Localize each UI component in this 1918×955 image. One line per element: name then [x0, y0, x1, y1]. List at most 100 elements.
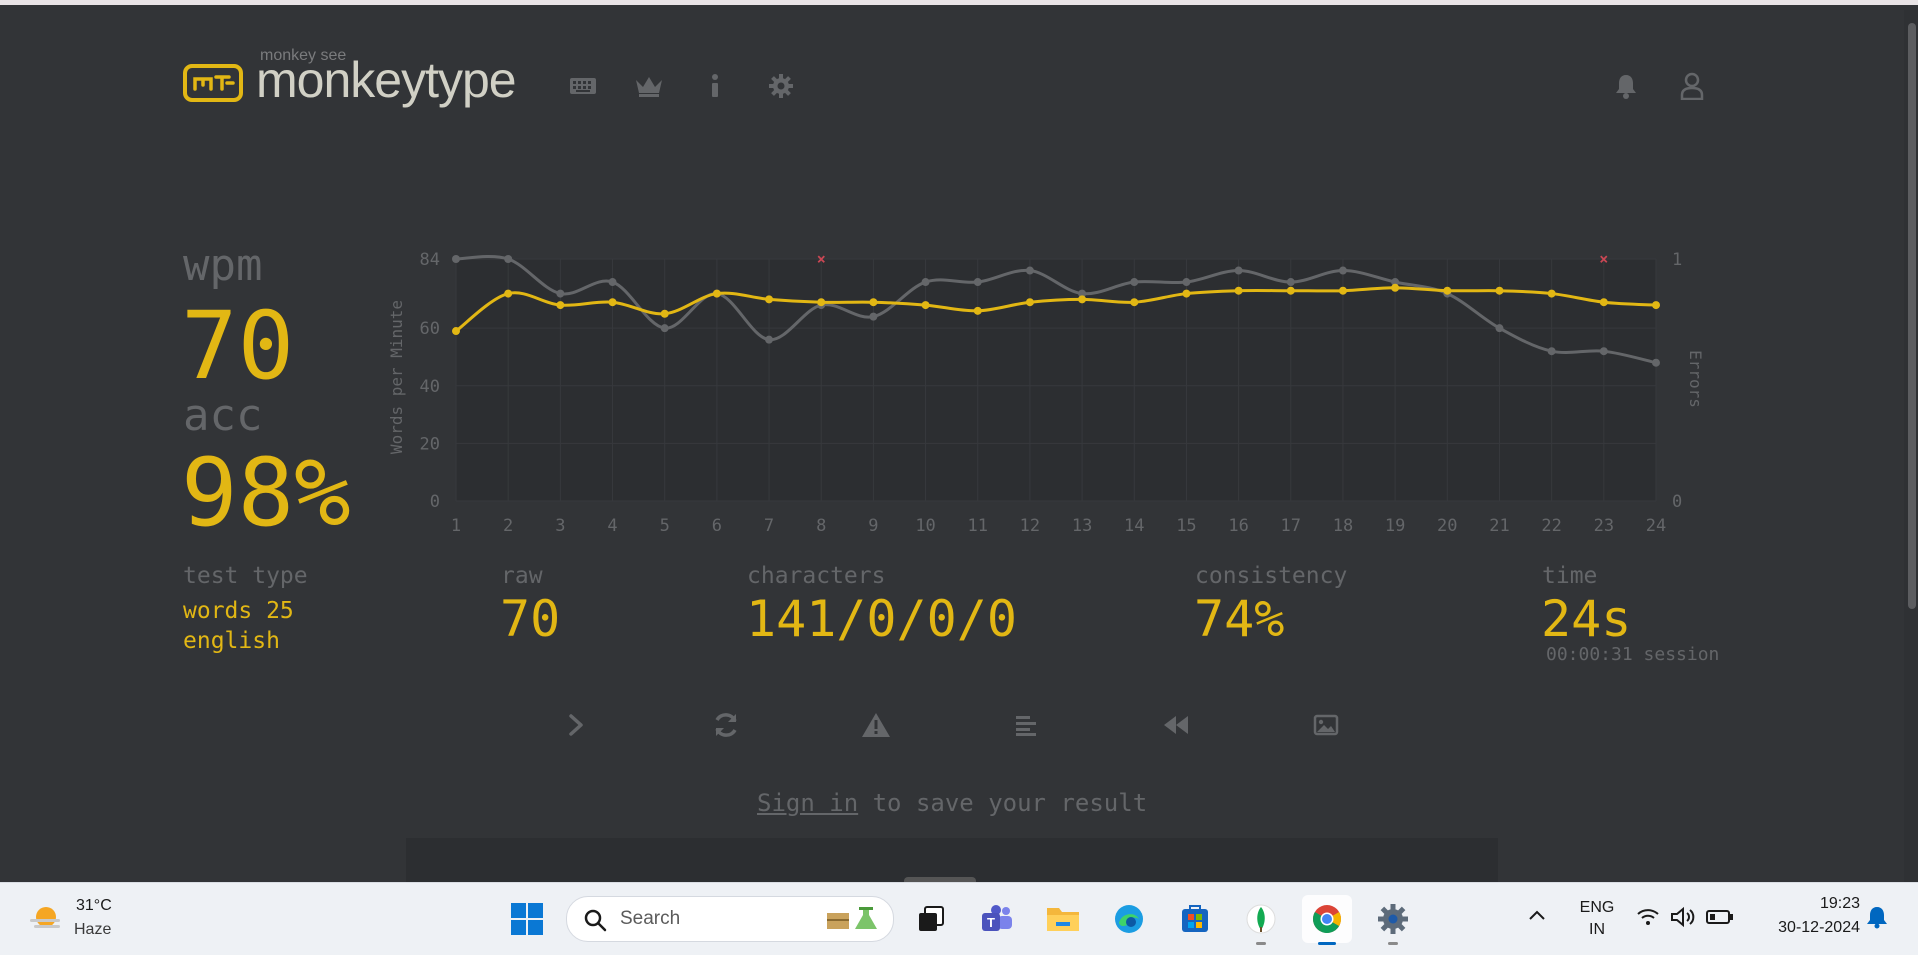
x-tick-label: 16 — [1228, 516, 1248, 536]
clock-time: 19:23 — [1819, 895, 1860, 912]
raw-label: raw — [501, 563, 543, 589]
series-point-1 — [973, 306, 982, 315]
y-tick-label: 60 — [420, 319, 440, 339]
x-tick-label: 15 — [1176, 516, 1196, 536]
search-icon — [584, 909, 607, 932]
info-icon[interactable] — [698, 69, 732, 103]
task-view-button[interactable] — [906, 895, 956, 943]
edge-browser-app[interactable] — [1104, 895, 1154, 943]
show-words-history-button[interactable] — [1006, 705, 1046, 745]
x-tick-label: 19 — [1385, 516, 1405, 536]
crown-icon[interactable] — [632, 69, 666, 103]
repeat-test-button[interactable] — [706, 705, 746, 745]
series-point-0 — [504, 255, 513, 263]
series-point-0 — [608, 278, 617, 287]
x-tick-label: 10 — [915, 516, 935, 536]
series-point-0 — [1234, 266, 1243, 275]
account-user-icon[interactable] — [1675, 69, 1709, 103]
monkeytype-logo-icon[interactable] — [183, 63, 243, 103]
settings-gear-icon[interactable] — [764, 69, 798, 103]
wpm-value: 70 — [181, 292, 295, 401]
series-point-1 — [1025, 298, 1034, 307]
series-point-0 — [921, 278, 930, 287]
characters-label: characters — [747, 563, 886, 589]
notification-center-button[interactable] — [1866, 905, 1892, 933]
series-point-1 — [556, 301, 565, 310]
wpm-chart[interactable]: 846040200 10 1 2 3 4 5 6 7 8 9 10 11 12 13 14 15 16 17 18… — [380, 237, 1720, 547]
search-highlight-icon — [827, 907, 877, 929]
x-tick-label: 12 — [1020, 516, 1040, 536]
series-point-0 — [765, 335, 774, 344]
series-point-0 — [1338, 266, 1347, 275]
x-tick-label: 23 — [1594, 516, 1614, 536]
scrollbar-thumb[interactable] — [1908, 23, 1916, 609]
teams-icon: T — [982, 905, 1012, 931]
y2-tick-label: 0 — [1672, 492, 1682, 512]
series-point-1 — [1286, 286, 1295, 295]
chart-x-axis-ticks: 1 2 3 4 5 6 7 8 9 10 11 12 13 14 15 16 17 18 19 20 21 22 23 24 — [451, 516, 1666, 536]
weather-widget[interactable]: 31°C Haze — [22, 887, 132, 949]
save-screenshot-button[interactable] — [1306, 705, 1346, 745]
series-point-0 — [869, 312, 878, 321]
series-point-1 — [1495, 286, 1504, 295]
temperature: 31°C — [76, 897, 112, 914]
chart-grid — [455, 258, 1657, 502]
series-point-0 — [556, 289, 565, 298]
series-point-0 — [1182, 278, 1191, 287]
chrome-browser-app[interactable] — [1302, 895, 1352, 945]
test-type-language[interactable]: english — [183, 626, 280, 656]
series-point-1 — [1547, 289, 1556, 298]
sign-in-prompt-text: to save your result — [858, 789, 1148, 817]
series-point-1 — [765, 295, 774, 304]
test-type-words[interactable]: words 25 — [183, 596, 294, 626]
practice-words-warning-button[interactable] — [856, 705, 896, 745]
active-indicator — [1318, 942, 1336, 945]
x-tick-label: 24 — [1646, 516, 1666, 536]
error-marker: × — [817, 250, 826, 268]
store-icon — [1182, 905, 1208, 932]
clock[interactable]: 19:23 30-12-2024 — [1760, 895, 1860, 937]
task-view-icon — [919, 906, 944, 931]
chart-plot-area — [456, 259, 1656, 501]
sign-in-link[interactable]: Sign in — [757, 789, 858, 817]
language-indicator[interactable]: ENG IN — [1574, 899, 1620, 939]
running-indicator — [1388, 942, 1398, 945]
brand-title[interactable]: monkeytype — [256, 51, 517, 109]
series-point-0 — [1652, 358, 1660, 367]
series-point-1 — [452, 327, 460, 336]
x-tick-label: 7 — [764, 516, 774, 536]
search-placeholder: Search — [620, 908, 681, 929]
series-point-0 — [1495, 324, 1504, 333]
microsoft-store-app[interactable] — [1170, 895, 1220, 943]
mongodb-compass-app[interactable] — [1236, 895, 1286, 945]
y2-tick-label: 1 — [1672, 250, 1682, 270]
x-tick-label: 22 — [1541, 516, 1561, 536]
edge-icon — [1115, 905, 1143, 933]
teams-app[interactable]: T — [972, 895, 1022, 943]
show-hidden-icons-button[interactable] — [1526, 905, 1552, 931]
haze-weather-icon — [30, 907, 60, 928]
series-point-1 — [1391, 283, 1400, 292]
series-point-0 — [973, 278, 982, 287]
chart-y2-axis-label: Errors — [1686, 350, 1705, 408]
x-tick-label: 4 — [607, 516, 617, 536]
taskbar-search[interactable]: Search — [566, 896, 894, 942]
file-explorer-app[interactable] — [1038, 895, 1088, 943]
x-tick-label: 6 — [712, 516, 722, 536]
system-tray-status[interactable] — [1636, 903, 1736, 933]
settings-app[interactable] — [1368, 895, 1418, 945]
keyboard-icon[interactable] — [566, 69, 600, 103]
volume-icon — [1671, 906, 1695, 928]
start-button[interactable] — [502, 895, 552, 943]
series-point-0 — [452, 255, 460, 263]
series-point-1 — [1652, 301, 1660, 310]
series-point-1 — [712, 289, 721, 298]
chart-y2-axis-ticks: 10 — [1672, 250, 1682, 512]
next-test-button[interactable] — [556, 705, 596, 745]
session-time: 00:00:31 session — [1546, 644, 1720, 665]
notifications-bell-icon[interactable] — [1609, 69, 1643, 103]
x-tick-label: 8 — [816, 516, 826, 536]
series-point-0 — [1599, 347, 1608, 356]
series-point-0 — [1130, 278, 1139, 287]
watch-replay-button[interactable] — [1156, 705, 1196, 745]
